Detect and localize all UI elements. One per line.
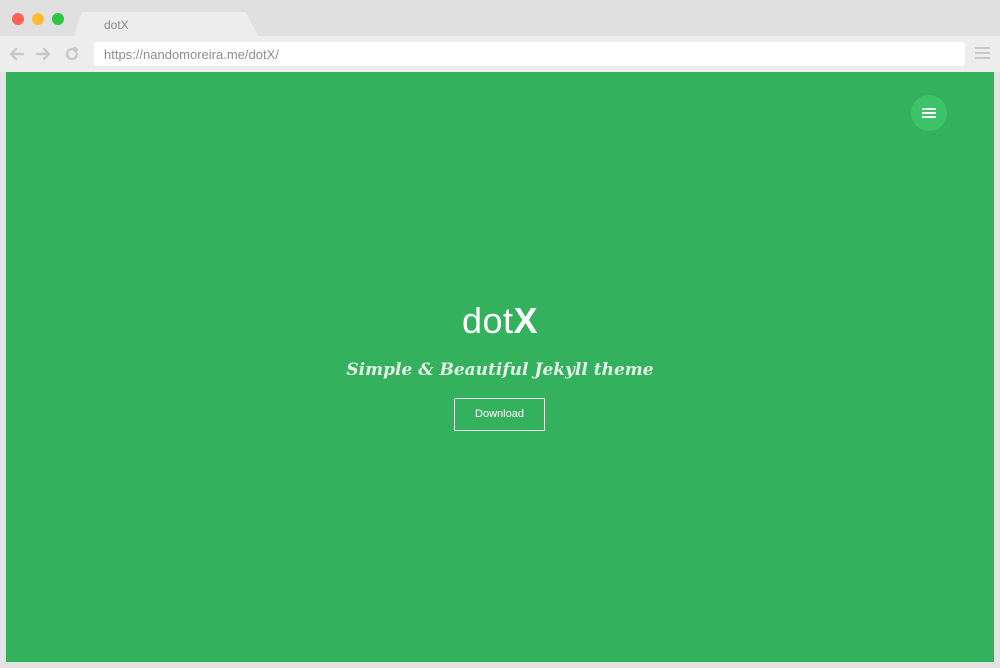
- logo-text-light: dot: [461, 300, 514, 341]
- browser-window: dotX https://nandomoreira.me/dotX/ dotX …: [0, 0, 1000, 668]
- tab-title: dotX: [104, 18, 129, 32]
- site-menu-button[interactable]: [911, 95, 947, 131]
- reload-button[interactable]: [62, 44, 82, 64]
- address-bar-url: https://nandomoreira.me/dotX/: [104, 47, 279, 62]
- reload-icon: [65, 46, 79, 61]
- browser-menu-button[interactable]: [975, 47, 990, 61]
- back-button[interactable]: [7, 44, 27, 64]
- hamburger-icon: [922, 108, 936, 118]
- forward-button[interactable]: [33, 44, 53, 64]
- close-window-button[interactable]: [12, 13, 24, 25]
- page-hero: dotX Simple & Beautiful Jekyll theme Dow…: [6, 72, 994, 662]
- tab-strip: dotX: [0, 0, 1000, 36]
- browser-toolbar: https://nandomoreira.me/dotX/: [0, 36, 1000, 72]
- hamburger-icon: [975, 47, 990, 49]
- maximize-window-button[interactable]: [52, 13, 64, 25]
- logo-text-bold: X: [513, 300, 539, 341]
- site-logo: dotX: [6, 300, 994, 342]
- address-bar[interactable]: https://nandomoreira.me/dotX/: [94, 42, 965, 66]
- browser-tab[interactable]: [74, 12, 258, 36]
- site-tagline: Simple & Beautiful Jekyll theme: [346, 360, 654, 380]
- arrow-left-icon: [9, 47, 25, 61]
- minimize-window-button[interactable]: [32, 13, 44, 25]
- download-button[interactable]: Download: [454, 398, 545, 431]
- arrow-right-icon: [35, 47, 51, 61]
